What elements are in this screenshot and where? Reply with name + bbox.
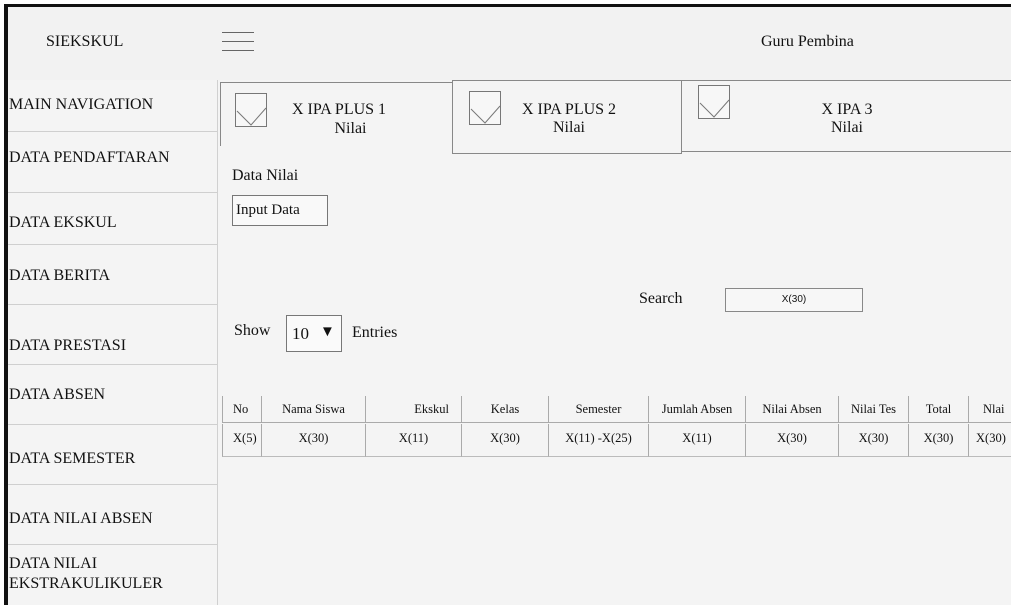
checkbox-icon[interactable] — [235, 93, 267, 127]
sidebar-item-data-nilai-absen[interactable]: DATA NILAI ABSEN — [8, 485, 217, 545]
column-header-nilai: Nlai — [968, 396, 1011, 423]
table-cell: X(5) — [222, 424, 261, 457]
user-name[interactable]: Guru Pembina — [761, 33, 854, 51]
tab-title: X IPA 3 — [821, 101, 873, 118]
column-header-kelas: Kelas — [461, 396, 548, 423]
top-bar: SIEKSKUL Guru Pembina — [8, 7, 1011, 81]
show-label: Show — [234, 322, 271, 339]
table-cell: X(30) — [745, 424, 838, 457]
sidebar-item-label: DATA PENDAFTARAN — [9, 149, 170, 166]
sidebar-item-label: DATA PRESTASI — [9, 337, 127, 354]
sidebar-item-data-absen[interactable]: DATA ABSEN — [8, 365, 217, 425]
sidebar-item-data-ekskul[interactable]: DATA EKSKUL — [8, 193, 217, 245]
column-header-jumlah-absen: Jumlah Absen — [648, 396, 745, 423]
table-cell: X(30) — [838, 424, 908, 457]
entries-label: Entries — [352, 324, 398, 341]
tab-x-ipa-plus-2[interactable]: X IPA PLUS 2 Nilai — [452, 80, 682, 154]
table-cell: X(11) — [648, 424, 745, 457]
dropdown-arrow-icon: ▼ — [320, 324, 335, 340]
column-header-nama-siswa: Nama Siswa — [261, 396, 365, 423]
sidebar-item-label: DATA EKSKUL — [9, 214, 117, 231]
tab-title: X IPA PLUS 2 — [521, 101, 617, 118]
column-header-nilai-tes: Nilai Tes — [838, 396, 908, 423]
sidebar: MAIN NAVIGATION DATA PENDAFTARAN DATA EK… — [8, 80, 217, 605]
section-title: Data Nilai — [232, 167, 299, 184]
checkbox-icon[interactable] — [698, 85, 730, 119]
sidebar-heading-label: MAIN NAVIGATION — [9, 96, 154, 113]
table-cell: X(30) — [968, 424, 1011, 457]
sidebar-item-data-nilai-ekstrakulikuler[interactable]: DATA NILAI EKSTRAKULIKULER — [8, 545, 217, 605]
sidebar-item-data-semester[interactable]: DATA SEMESTER — [8, 425, 217, 485]
table-cell: X(30) — [908, 424, 968, 457]
tab-x-ipa-3[interactable]: X IPA 3 Nilai — [681, 80, 1011, 152]
sidebar-heading: MAIN NAVIGATION — [8, 80, 217, 132]
sidebar-item-label: DATA BERITA — [9, 267, 110, 284]
tab-title: X IPA PLUS 1 — [291, 101, 387, 118]
tab-subtitle: Nilai — [553, 119, 585, 136]
checkbox-icon[interactable] — [469, 91, 501, 125]
search-label: Search — [639, 290, 683, 307]
sidebar-item-label: DATA ABSEN — [9, 386, 106, 403]
column-header-ekskul: Ekskul — [365, 396, 461, 423]
table-cell: X(11) — [365, 424, 461, 457]
table-cell: X(30) — [461, 424, 548, 457]
column-header-nilai-absen: Nilai Absen — [745, 396, 838, 423]
sidebar-item-data-pendaftaran[interactable]: DATA PENDAFTARAN — [8, 132, 217, 193]
sidebar-item-data-berita[interactable]: DATA BERITA — [8, 245, 217, 305]
sidebar-item-data-prestasi[interactable]: DATA PRESTASI — [8, 305, 217, 365]
tab-subtitle: Nilai — [334, 120, 367, 137]
entries-select[interactable]: 10 ▼ — [286, 315, 342, 352]
tab-x-ipa-plus-1[interactable]: X IPA PLUS 1 Nilai — [220, 82, 453, 146]
hamburger-icon[interactable] — [222, 30, 256, 54]
sidebar-item-label: EKSTRAKULIKULER — [9, 575, 163, 592]
app-brand: SIEKSKUL — [46, 33, 124, 50]
entries-select-value: 10 — [292, 324, 309, 343]
sidebar-item-label: DATA SEMESTER — [9, 450, 136, 467]
table-cell: X(30) — [261, 424, 365, 457]
sidebar-item-label: DATA NILAI — [9, 555, 98, 572]
sidebar-item-label: DATA NILAI ABSEN — [9, 510, 153, 527]
column-header-semester: Semester — [548, 396, 648, 423]
column-header-total: Total — [908, 396, 968, 423]
tab-subtitle: Nilai — [831, 119, 863, 136]
search-input[interactable]: X(30) — [725, 288, 863, 312]
input-data-button[interactable]: Input Data — [232, 195, 328, 226]
column-header-no: No — [222, 396, 261, 423]
table-cell: X(11) -X(25) — [548, 424, 648, 457]
